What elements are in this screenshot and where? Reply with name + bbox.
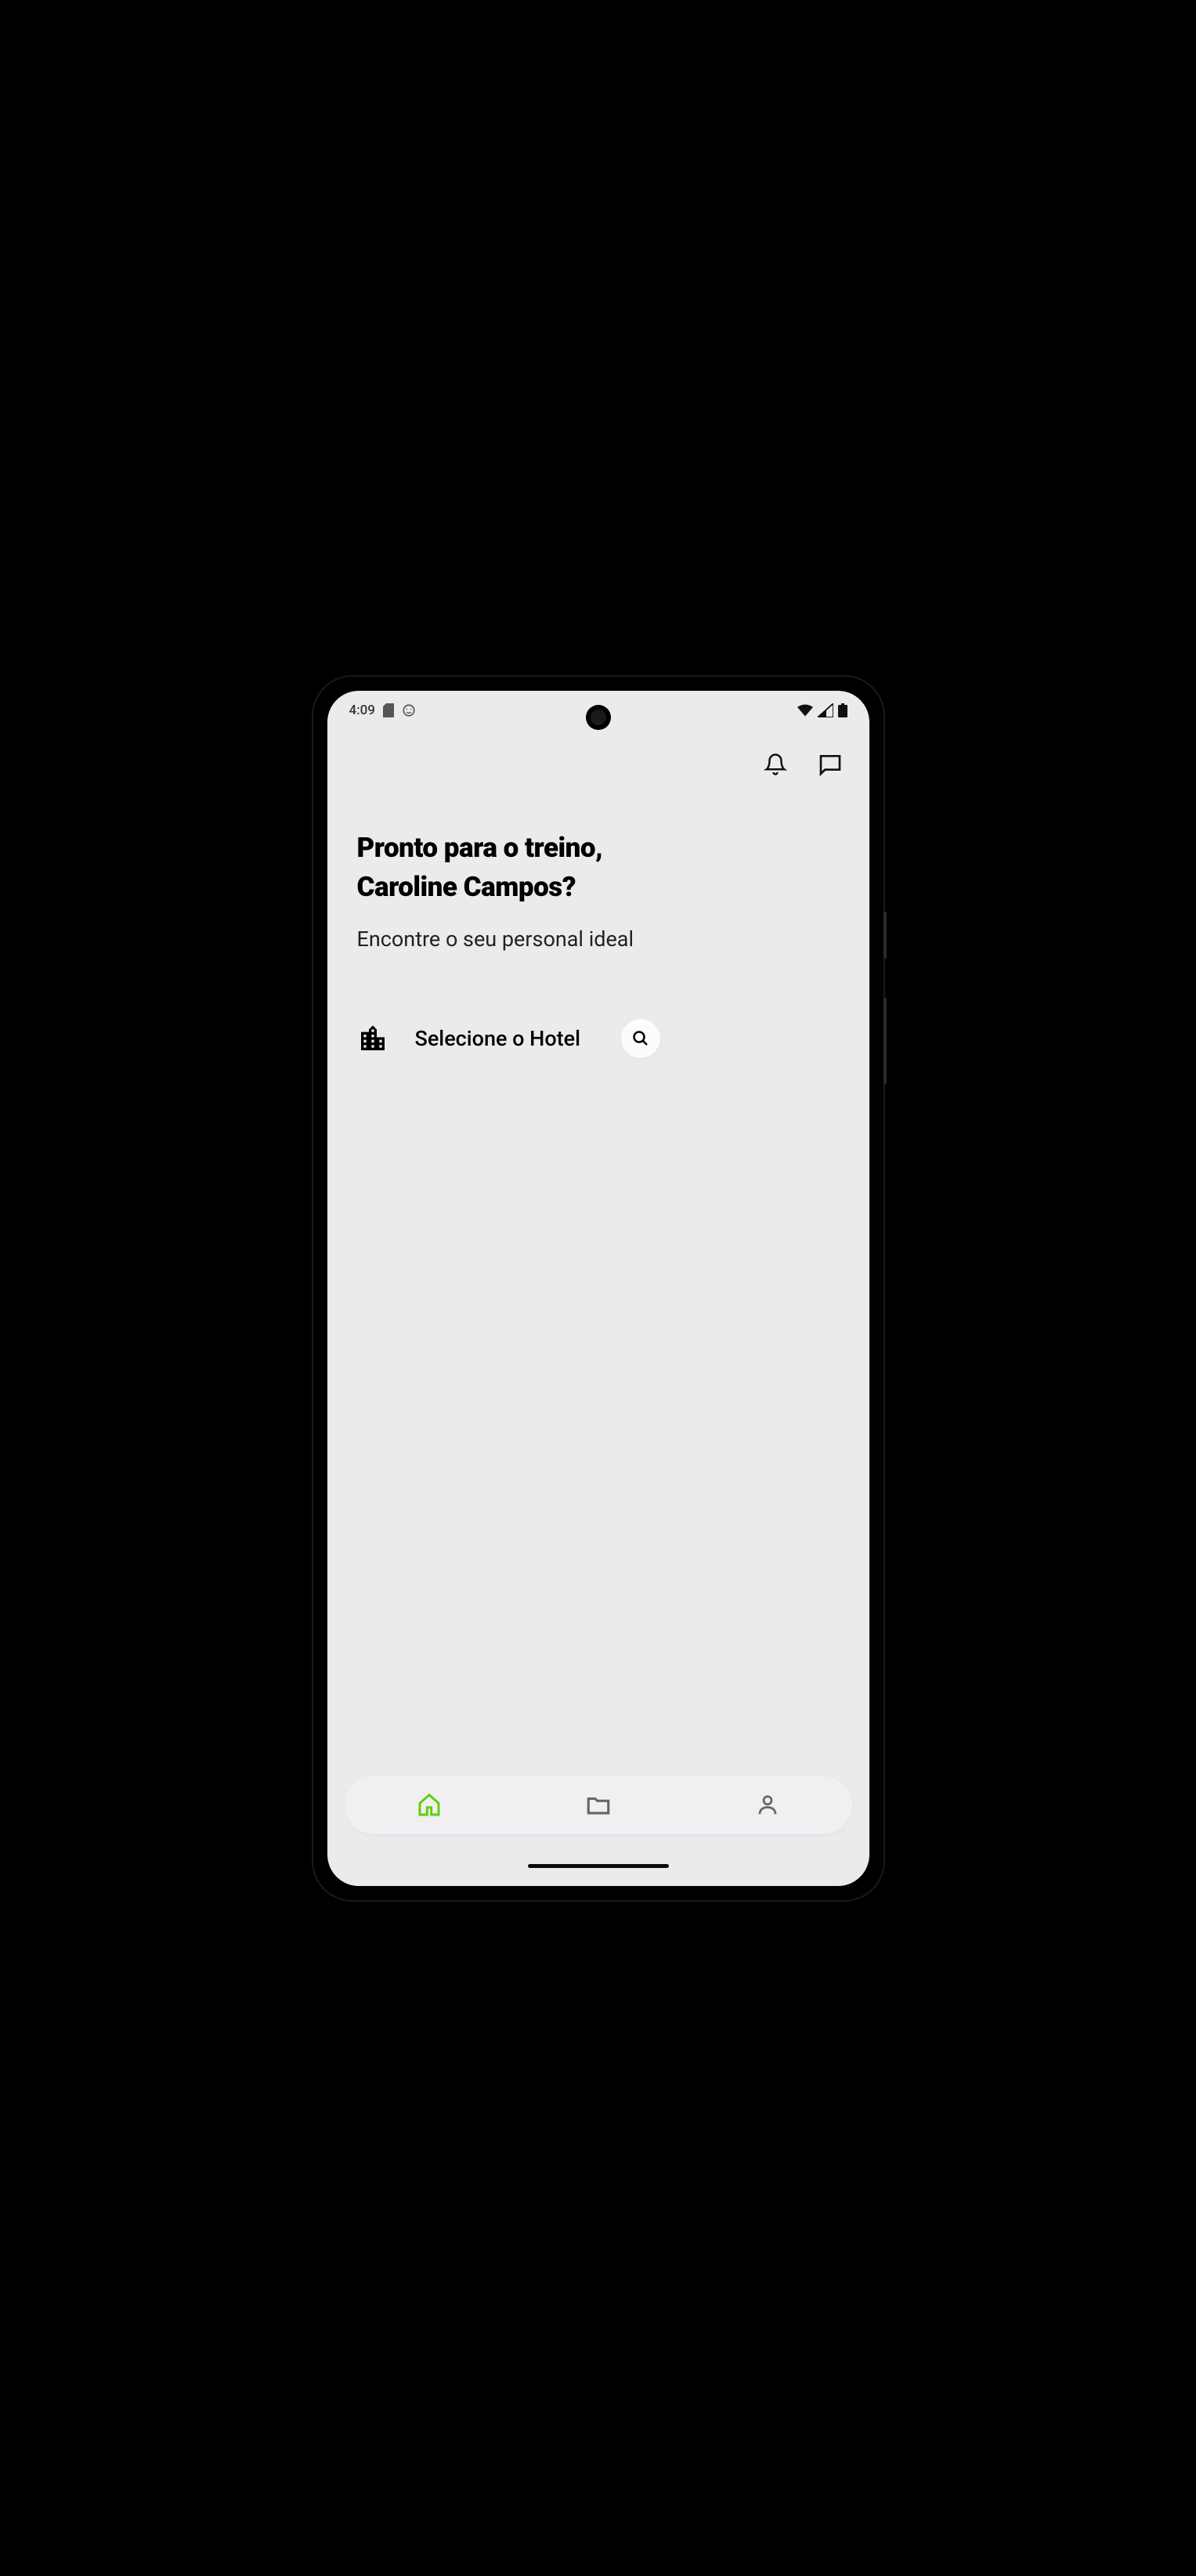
wifi-icon bbox=[797, 703, 813, 717]
phone-inner: 4:09 bbox=[327, 691, 869, 1886]
status-time: 4:09 bbox=[349, 703, 375, 718]
phone-side-buttons bbox=[883, 912, 887, 1107]
battery-icon bbox=[838, 703, 847, 717]
nav-handle[interactable] bbox=[528, 1864, 669, 1868]
phone-frame: 4:09 bbox=[313, 677, 883, 1900]
greeting-subtitle: Encontre o seu personal ideal bbox=[357, 927, 840, 952]
messages-button[interactable] bbox=[818, 752, 843, 777]
nav-profile-button[interactable] bbox=[752, 1790, 783, 1821]
nav-home-button[interactable] bbox=[414, 1790, 445, 1821]
search-icon bbox=[631, 1029, 650, 1048]
notifications-button[interactable] bbox=[763, 752, 788, 777]
bottom-nav bbox=[345, 1776, 852, 1834]
signal-icon bbox=[818, 703, 833, 717]
face-icon bbox=[402, 703, 416, 717]
hotel-icon-wrap bbox=[357, 1023, 388, 1054]
hotel-selector[interactable]: Selecione o Hotel bbox=[357, 1019, 840, 1058]
main-content: Pronto para o treino, Caroline Campos? E… bbox=[327, 785, 869, 1776]
bell-icon bbox=[764, 753, 787, 776]
screen: 4:09 bbox=[327, 691, 869, 1886]
greeting-line-2: Caroline Campos? bbox=[357, 871, 576, 903]
greeting-title: Pronto para o treino, Caroline Campos? bbox=[357, 829, 840, 909]
folder-icon bbox=[585, 1792, 612, 1819]
home-icon bbox=[417, 1793, 442, 1818]
sd-card-icon bbox=[383, 703, 394, 717]
person-icon bbox=[756, 1794, 779, 1817]
top-actions bbox=[327, 730, 869, 785]
status-left: 4:09 bbox=[349, 703, 416, 718]
camera-lens bbox=[591, 710, 606, 725]
search-button[interactable] bbox=[621, 1019, 660, 1058]
status-right bbox=[797, 703, 847, 717]
nav-folder-button[interactable] bbox=[583, 1790, 614, 1821]
volume-button bbox=[883, 998, 887, 1084]
system-nav-indicator bbox=[327, 1862, 869, 1886]
hotel-selector-label: Selecione o Hotel bbox=[415, 1026, 581, 1051]
greeting-line-1: Pronto para o treino, bbox=[357, 832, 603, 864]
city-building-icon bbox=[357, 1023, 388, 1054]
camera-notch bbox=[586, 705, 611, 730]
power-button bbox=[883, 912, 887, 959]
chat-icon bbox=[818, 752, 843, 777]
